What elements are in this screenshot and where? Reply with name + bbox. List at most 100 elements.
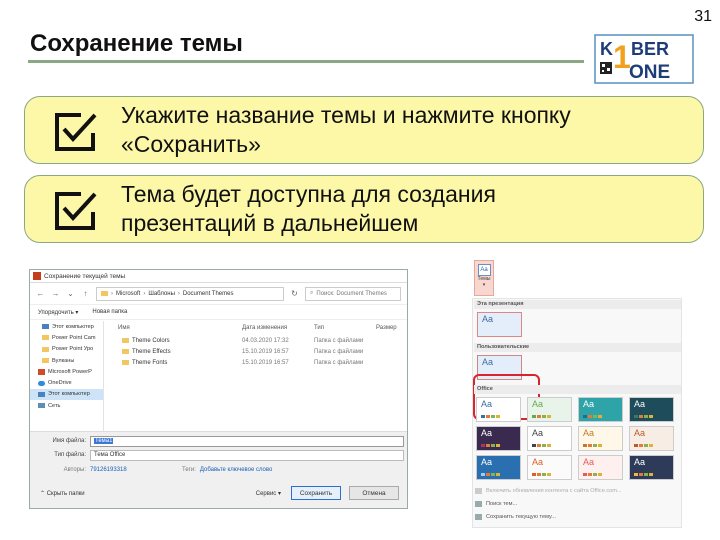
folder-icon (42, 335, 49, 341)
sidebar-item[interactable]: Этот компьютер (30, 321, 103, 332)
sidebar-item[interactable]: Microsoft PowerP (30, 366, 103, 377)
hide-folders-toggle[interactable]: ⌃ Скрыть папки (30, 490, 256, 497)
browse-icon (475, 500, 482, 507)
save-button[interactable]: Сохранить (291, 486, 341, 500)
file-name-text: Theme Fonts (132, 359, 168, 366)
tags-value[interactable]: Добавьте ключевое слово (200, 467, 272, 473)
filename-field[interactable]: Тема1 (90, 435, 404, 447)
office-theme-thumb[interactable]: Aa (578, 426, 623, 451)
sidebar-item[interactable]: Power Point Cam (30, 332, 103, 343)
cancel-button[interactable]: Отмена (349, 486, 399, 500)
dialog-title: Сохранение текущей темы (44, 272, 126, 280)
filename-value: Тема1 (94, 438, 114, 444)
search-input[interactable]: ⌕ Поиск: Document Themes (305, 286, 401, 301)
office-theme-thumb[interactable]: Aa (476, 426, 521, 451)
organize-button[interactable]: Упорядочить ▾ (38, 309, 78, 316)
file-name: Theme Effects (110, 349, 242, 355)
tags-label: Теги: (182, 467, 196, 473)
callout-2: Тема будет доступна для создания презент… (24, 175, 704, 243)
callout-line2: презентаций в дальнейшем (121, 210, 419, 236)
hide-folders-label: Скрыть папки (46, 490, 85, 497)
office-theme-thumb[interactable]: Aa (578, 455, 623, 480)
slide-title: Сохранение темы (30, 30, 243, 57)
filetype-label: Тип файла: (54, 452, 86, 458)
cmd-browse-label: Поиск тем... (486, 500, 518, 507)
refresh-icon[interactable]: ↻ (290, 289, 299, 298)
themes-button[interactable]: Aa Темы ▾ (474, 260, 494, 296)
office-theme-thumb[interactable]: Aa (629, 455, 674, 480)
dialog-titlebar: Сохранение текущей темы (30, 270, 407, 283)
column-type[interactable]: Тип (314, 325, 376, 331)
file-list: Имя Дата изменения Тип Размер Theme Colo… (110, 321, 406, 431)
folder-icon (122, 338, 129, 343)
breadcrumb-sep: › (111, 290, 113, 297)
sidebar-item-label: Вулканы (52, 357, 75, 364)
file-row[interactable]: Theme Effects 15.10.2019 16:57 Папка с ф… (110, 346, 406, 357)
office-theme-thumb[interactable]: Aa (527, 455, 572, 480)
dialog-navbar: ← → ⌄ ↑ › Microsoft › Шаблоны › Document… (30, 283, 407, 305)
back-arrow-icon[interactable]: ← (36, 289, 45, 298)
new-folder-button[interactable]: Новая папка (92, 309, 127, 315)
sidebar-item[interactable]: Сеть (30, 400, 103, 411)
recent-chevron-icon[interactable]: ⌄ (66, 289, 75, 298)
authors-value[interactable]: 79126193318 (90, 467, 182, 473)
theme-color-bars (583, 415, 602, 418)
callout-line2: «Сохранить» (121, 131, 261, 157)
theme-thumb-current[interactable]: Aa (477, 312, 522, 337)
office-theme-thumb[interactable]: Aa (527, 426, 572, 451)
column-date[interactable]: Дата изменения (242, 325, 314, 331)
folder-icon (122, 360, 129, 365)
office-theme-thumb[interactable]: Aa (629, 426, 674, 451)
theme-color-bars (532, 473, 551, 476)
cmd-browse[interactable]: Поиск тем... (475, 498, 517, 509)
breadcrumb-item[interactable]: Microsoft (116, 291, 140, 297)
up-arrow-icon[interactable]: ↑ (81, 289, 90, 298)
address-bar[interactable]: › Microsoft › Шаблоны › Document Themes (96, 286, 284, 301)
breadcrumb-sep: › (177, 290, 180, 297)
theme-thumb-aa: Aa (583, 457, 595, 467)
sidebar-item[interactable]: Этот компьютер (30, 388, 103, 401)
logo-k: K (600, 39, 613, 59)
theme-color-bars (481, 473, 500, 476)
office-theme-thumb[interactable]: Aa (527, 397, 572, 422)
sidebar-item-label: Сеть (48, 402, 61, 409)
theme-color-bars (583, 444, 602, 447)
sidebar-item[interactable]: Вулканы (30, 355, 103, 366)
sidebar-item[interactable]: OneDrive (30, 377, 103, 388)
theme-thumb-aa: Aa (532, 428, 544, 438)
theme-color-bars (634, 473, 653, 476)
section-current: Эта презентация (474, 300, 681, 309)
themes-gallery: Эта презентация Aa Пользовательские Aa O… (472, 298, 682, 528)
office-theme-thumb[interactable]: Aa (578, 397, 623, 422)
cmd-save-label: Сохранить текущую тему... (486, 513, 556, 520)
file-type: Папка с файлами (314, 348, 364, 355)
theme-thumb-aa: Aa (583, 399, 595, 409)
nav-sidebar: Этот компьютер Power Point Cam Power Poi… (30, 321, 104, 431)
filetype-select[interactable]: Тема Office (90, 449, 404, 461)
save-icon (475, 513, 482, 520)
cmd-save-theme[interactable]: Сохранить текущую тему... (475, 511, 556, 522)
sidebar-item[interactable]: Power Point Уро (30, 344, 103, 355)
office-theme-thumb[interactable]: Aa (629, 397, 674, 422)
service-menu[interactable]: Сервис ▾ (256, 490, 281, 497)
sidebar-item-label: OneDrive (48, 380, 72, 387)
callout-line1: Тема будет доступна для создания (121, 181, 496, 207)
themes-aa-icon: Aa (477, 264, 491, 276)
theme-color-bars (532, 415, 551, 418)
breadcrumb-item[interactable]: Document Themes (183, 291, 234, 297)
breadcrumb-item[interactable]: Шаблоны (148, 291, 175, 297)
column-name[interactable]: Имя (110, 325, 242, 331)
office-theme-thumb[interactable]: Aa (476, 455, 521, 480)
column-size[interactable]: Размер (376, 325, 406, 331)
search-icon: ⌕ (310, 290, 314, 296)
forward-arrow-icon[interactable]: → (51, 289, 60, 298)
office-theme-thumb[interactable]: Aa (476, 397, 521, 422)
file-row[interactable]: Theme Fonts 15.10.2019 16:57 Папка с фай… (110, 357, 406, 368)
file-row[interactable]: Theme Colors 04.03.2020 17:32 Папка с фа… (110, 335, 406, 346)
sidebar-item-label: Этот компьютер (52, 323, 94, 330)
refresh-cmd-icon (475, 487, 482, 494)
theme-color-bars (634, 415, 653, 418)
dialog-footer: ⌃ Скрыть папки Сервис ▾ Сохранить Отмена (30, 477, 407, 508)
theme-color-bars (532, 444, 551, 447)
meta-row: Авторы: 79126193318 Теги: Добавьте ключе… (30, 464, 407, 476)
